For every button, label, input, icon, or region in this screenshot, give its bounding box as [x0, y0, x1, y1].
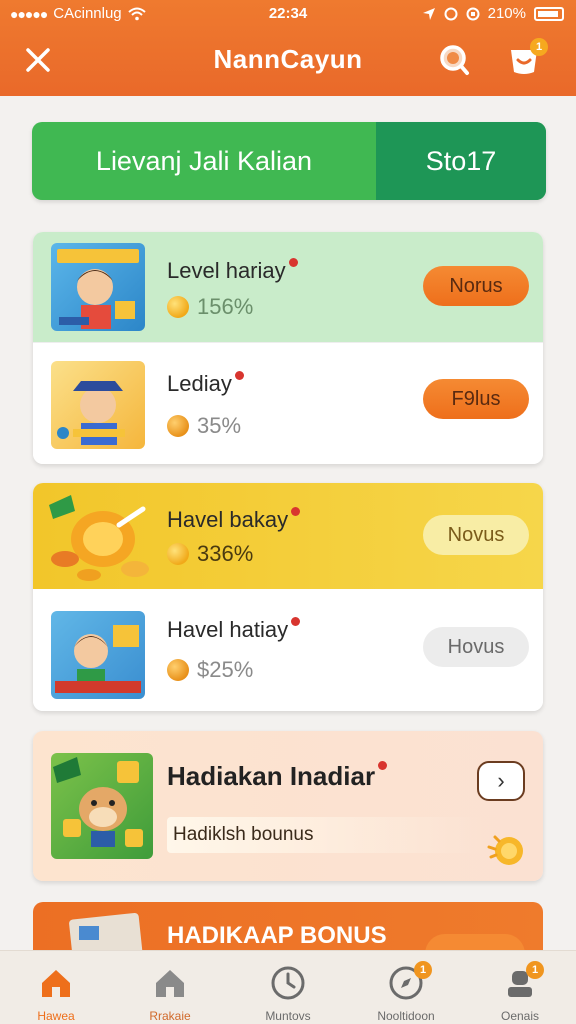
coin-sparkle-icon [487, 835, 523, 865]
tab-label: Muntovs [265, 1009, 311, 1023]
store-icon [156, 970, 184, 997]
cart-badge: 1 [530, 38, 548, 56]
bonus-card[interactable]: Hadiakan Inadiar Hadiklsh bounus › [33, 731, 543, 881]
app-header: ●●●●● CAcinnlug 22:34 210% NannCayun 1 [0, 0, 576, 96]
coins-icon [49, 495, 149, 581]
clock-icon [271, 966, 305, 1000]
coin-icon [167, 415, 189, 437]
chevron-right-icon[interactable]: › [477, 761, 525, 801]
coin-icon [167, 543, 189, 565]
tab-home[interactable]: Hawea [6, 959, 106, 1023]
notification-dot [291, 507, 301, 516]
game-thumbnail [51, 361, 145, 449]
game-thumbnail [51, 753, 153, 859]
tab-label: Nooltidoon [377, 1009, 435, 1023]
coin-icon [167, 296, 189, 318]
game-thumbnail [51, 243, 145, 331]
notification-dot [291, 617, 301, 626]
game-thumbnail [45, 489, 155, 585]
tab-label: Oenais [500, 1009, 540, 1023]
row-title: Level hariay [167, 258, 286, 283]
bonus-subtitle: Hadiklsh bounus [167, 817, 487, 853]
claim-button[interactable]: Novus [423, 515, 529, 555]
row-title: Lediay [167, 371, 232, 396]
hero-title: Lievanj Jali Kalian [95, 146, 313, 176]
banner-title: HADIKAAP BONUS [167, 922, 387, 949]
row-percent: $25% [197, 657, 254, 682]
tab-clock[interactable]: Muntovs [238, 959, 338, 1023]
character-icon [57, 249, 139, 329]
alarm-icon [444, 7, 458, 20]
character-icon [55, 625, 141, 693]
notification-dot [288, 258, 298, 267]
row-title: Havel hatiay [167, 617, 289, 642]
list-item[interactable]: Havel hatiay $25% Hovus [33, 589, 543, 711]
tab-badge: 1 [526, 961, 544, 979]
reward-card: Level hariay 156% Norus Lediay 35% F9lus [33, 232, 543, 464]
bottom-nav: Hawea Rrakaie Muntovs 1 Nooltidoon 1 Oen… [0, 950, 576, 1024]
tab-label: Rrakaie [149, 1009, 191, 1023]
location-icon [422, 7, 435, 20]
battery-icon [534, 6, 564, 21]
claim-button[interactable]: F9lus [423, 379, 529, 419]
tab-store[interactable]: Rrakaie [120, 959, 220, 1023]
battery-label: 210% [487, 5, 526, 22]
character-icon [57, 381, 125, 445]
promo-hero[interactable]: Lievanj Jali Kalian Sto17 [32, 122, 546, 200]
page-title: NannCayun [213, 44, 363, 74]
search-icon[interactable] [436, 42, 472, 78]
home-icon [42, 970, 70, 997]
status-bar: ●●●●● CAcinnlug 22:34 210% [0, 0, 576, 28]
notification-dot [234, 371, 244, 380]
notification-dot [378, 761, 388, 770]
tab-badge: 1 [414, 961, 432, 979]
claim-button[interactable]: Hovus [423, 627, 529, 667]
reward-card: Havel bakay 336% Novus Havel hatiay $25%… [33, 483, 543, 711]
list-item[interactable]: Havel bakay 336% Novus [33, 483, 543, 589]
game-thumbnail [51, 611, 145, 699]
row-percent: 35% [197, 413, 242, 438]
hamster-icon [53, 757, 143, 847]
tab-discover[interactable]: 1 Nooltidoon [356, 959, 456, 1023]
tab-profile[interactable]: 1 Oenais [470, 959, 570, 1023]
coin-icon [167, 659, 189, 681]
claim-button[interactable]: Norus [423, 266, 529, 306]
bonus-title: Hadiakan Inadiar [167, 761, 376, 791]
row-percent: 156% [197, 294, 254, 319]
tab-label: Hawea [37, 1009, 75, 1023]
list-item[interactable]: Lediay 35% F9lus [33, 342, 543, 464]
row-title: Havel bakay [167, 507, 289, 532]
rotation-lock-icon [466, 7, 480, 20]
row-percent: 336% [197, 541, 254, 566]
hero-action[interactable]: Sto17 [376, 122, 546, 200]
list-item[interactable]: Level hariay 156% Norus [33, 232, 543, 342]
